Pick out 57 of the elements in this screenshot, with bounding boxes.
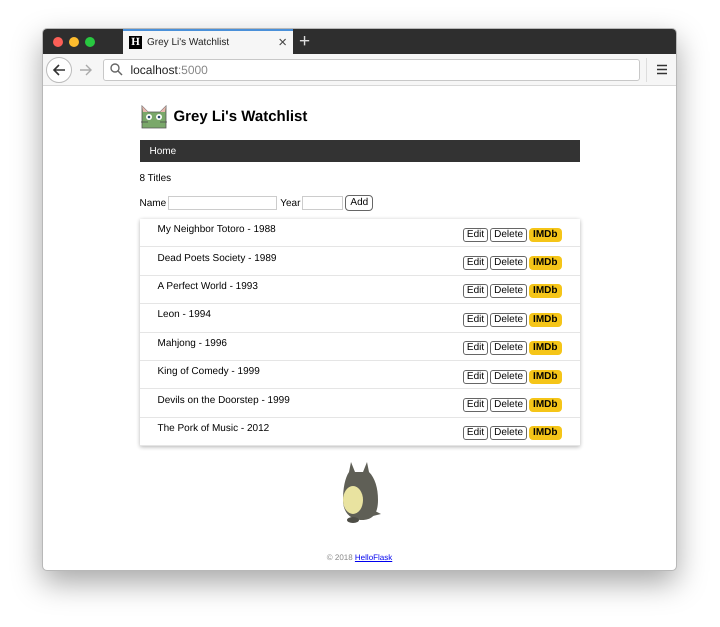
imdb-link[interactable]: IMDb [529,341,562,356]
edit-button[interactable]: Edit [462,284,488,298]
imdb-link[interactable]: IMDb [529,256,562,270]
edit-button[interactable]: Edit [462,256,488,270]
movie-title: Dead Poets Society - 1989 [158,252,276,266]
imdb-link[interactable]: IMDb [529,370,562,384]
menu-icon[interactable] [656,64,668,75]
close-window-icon[interactable] [53,36,63,46]
tab-title: Grey Li's Watchlist [147,36,230,50]
name-label: Name [140,196,166,210]
delete-button[interactable]: Delete [490,341,528,356]
imdb-link[interactable]: IMDb [529,312,562,327]
year-input[interactable] [302,196,344,210]
delete-button[interactable]: Delete [490,228,528,242]
year-label: Year [280,196,300,210]
forward-arrow-icon [78,62,93,76]
delete-button[interactable]: Delete [490,370,528,384]
page-title: Grey Li's Watchlist [174,106,308,126]
imdb-link[interactable]: IMDb [529,228,562,242]
helloflask-link[interactable]: HelloFlask [354,553,392,562]
title-count: 8 Titles [140,172,172,186]
copyright-text: © 2018 HelloFlask [326,552,394,564]
movie-title: A Perfect World - 1993 [158,280,258,294]
imdb-link[interactable]: IMDb [529,284,562,298]
movie-title: Devils on the Doorstep - 1999 [158,394,290,408]
movie-title: Leon - 1994 [158,308,211,322]
movie-title: My Neighbor Totoro - 1988 [158,223,276,238]
close-tab-button[interactable]: × [278,35,287,50]
new-tab-button[interactable]: + [293,29,316,54]
add-button[interactable]: Add [345,195,374,211]
maximize-window-icon[interactable] [85,36,95,46]
delete-button[interactable]: Delete [490,398,528,412]
nav-link[interactable]: Home [150,144,176,158]
edit-button[interactable]: Edit [462,398,488,412]
back-button[interactable] [46,56,72,82]
movie-title: The Pork of Music - 2012 [158,422,270,436]
address-bar[interactable]: localhost:5000 [103,58,640,80]
edit-button[interactable]: Edit [462,370,488,384]
delete-button[interactable]: Delete [490,312,528,327]
movie-title: King of Comedy - 1999 [158,365,260,380]
browser-tab[interactable]: H Grey Li's Watchlist × [123,29,293,54]
minimize-window-icon[interactable] [69,36,79,46]
movie-title: Mahjong - 1996 [158,336,227,351]
edit-button[interactable]: Edit [462,228,488,242]
back-arrow-icon [52,62,66,76]
favicon: H [129,36,142,49]
edit-button[interactable]: Edit [462,312,488,327]
delete-button[interactable]: Delete [490,426,528,440]
delete-button[interactable]: Delete [490,256,528,270]
name-input[interactable] [168,196,278,210]
imdb-link[interactable]: IMDb [529,398,562,412]
search-icon [110,63,124,76]
imdb-link[interactable]: IMDb [529,426,562,440]
url-text: localhost:5000 [130,62,208,78]
edit-button[interactable]: Edit [462,341,488,356]
edit-button[interactable]: Edit [462,426,488,440]
delete-button[interactable]: Delete [490,284,528,298]
